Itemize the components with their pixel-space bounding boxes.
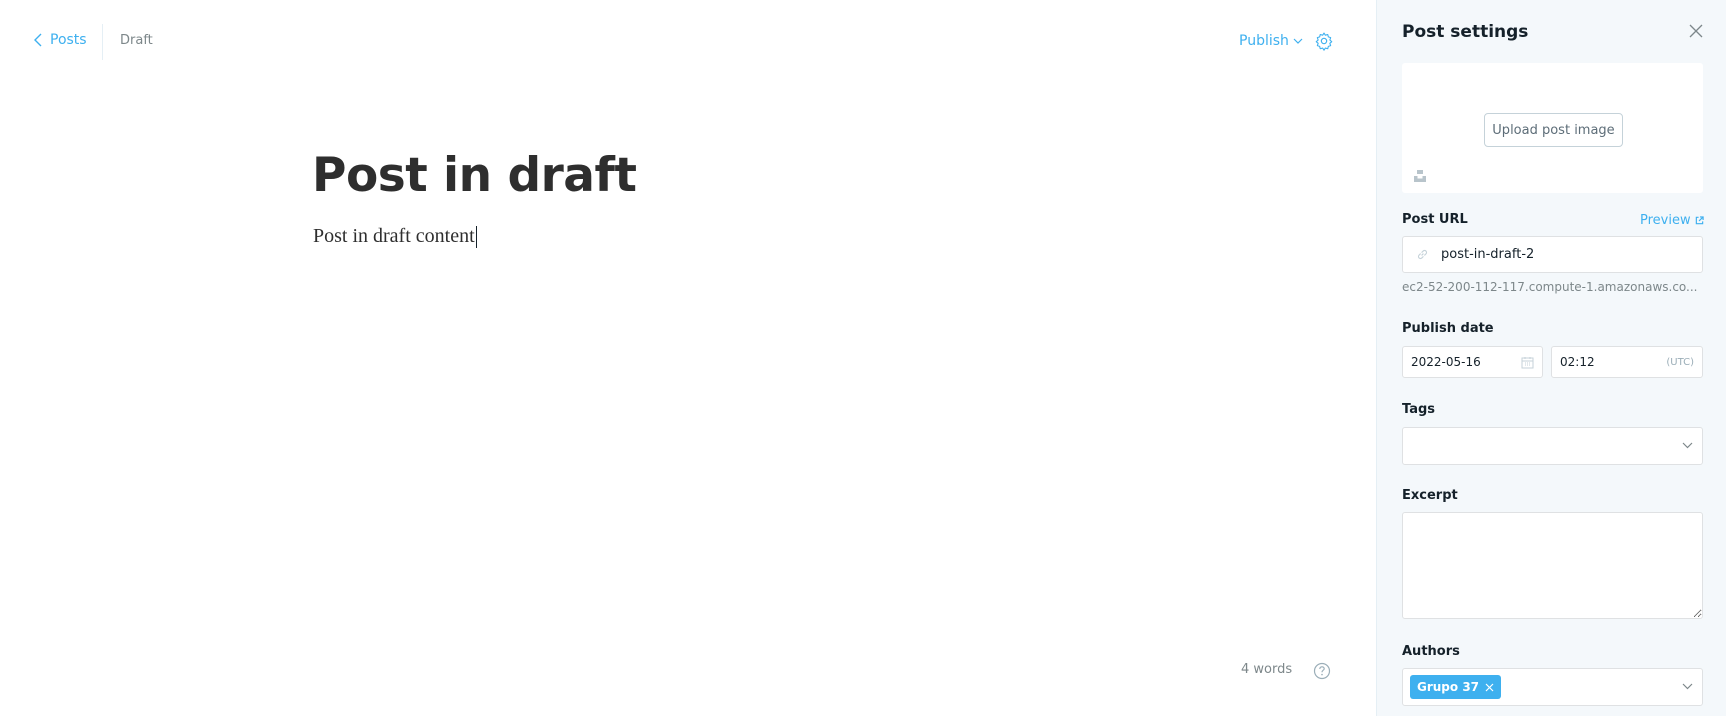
back-to-posts-link[interactable]: Posts — [33, 32, 87, 48]
author-token-label: Grupo 37 — [1417, 680, 1480, 694]
post-content[interactable]: Post in draft content — [313, 225, 477, 248]
link-icon — [1417, 249, 1428, 260]
nav-divider — [102, 24, 103, 60]
preview-label: Preview — [1640, 213, 1691, 228]
post-image-dropzone: Upload post image — [1402, 63, 1703, 193]
publish-label: Publish — [1239, 33, 1289, 49]
authors-select[interactable]: Grupo 37 — [1402, 668, 1703, 706]
tags-label: Tags — [1402, 402, 1436, 417]
text-caret — [475, 225, 477, 248]
post-title[interactable]: Post in draft — [312, 148, 637, 203]
timezone-label: (UTC) — [1666, 356, 1694, 368]
chevron-down-icon — [1682, 442, 1693, 449]
post-url-input[interactable] — [1441, 247, 1691, 262]
post-content-text: Post in draft content — [313, 225, 475, 247]
chevron-down-icon — [1682, 683, 1693, 690]
excerpt-textarea[interactable] — [1402, 512, 1703, 619]
post-url-field[interactable] — [1402, 236, 1703, 273]
chevron-left-icon — [34, 33, 42, 47]
date-input[interactable] — [1411, 355, 1501, 369]
calendar-icon[interactable] — [1521, 356, 1534, 369]
help-icon[interactable] — [1313, 662, 1331, 680]
time-input[interactable] — [1560, 355, 1650, 369]
gear-icon[interactable] — [1314, 31, 1334, 51]
external-link-icon — [1695, 216, 1704, 225]
authors-label: Authors — [1402, 644, 1460, 659]
excerpt-label: Excerpt — [1402, 488, 1458, 503]
back-link-label: Posts — [50, 32, 87, 48]
post-url-label: Post URL — [1402, 212, 1468, 227]
panel-title: Post settings — [1402, 22, 1529, 42]
close-icon[interactable] — [1688, 23, 1704, 39]
remove-icon[interactable] — [1485, 683, 1494, 692]
publish-date-label: Publish date — [1402, 321, 1494, 336]
tags-select[interactable] — [1402, 427, 1703, 465]
upload-post-image-button[interactable]: Upload post image — [1484, 113, 1623, 147]
date-picker[interactable] — [1402, 346, 1543, 378]
post-settings-panel: Post settings Upload post image Post URL… — [1376, 0, 1726, 716]
full-post-url: ec2-52-200-112-117.compute-1.amazonaws.c… — [1402, 280, 1698, 294]
time-picker[interactable]: (UTC) — [1551, 346, 1703, 378]
publish-menu-button[interactable]: Publish — [1239, 33, 1303, 49]
unsplash-icon[interactable] — [1413, 169, 1427, 183]
word-count: 4 words — [1241, 662, 1293, 677]
chevron-down-icon — [1293, 38, 1303, 44]
preview-link[interactable]: Preview — [1640, 213, 1704, 228]
post-status: Draft — [120, 33, 153, 48]
editor-area: Posts Draft Publish Post in draft Post i… — [0, 0, 1376, 716]
author-token[interactable]: Grupo 37 — [1410, 675, 1502, 699]
